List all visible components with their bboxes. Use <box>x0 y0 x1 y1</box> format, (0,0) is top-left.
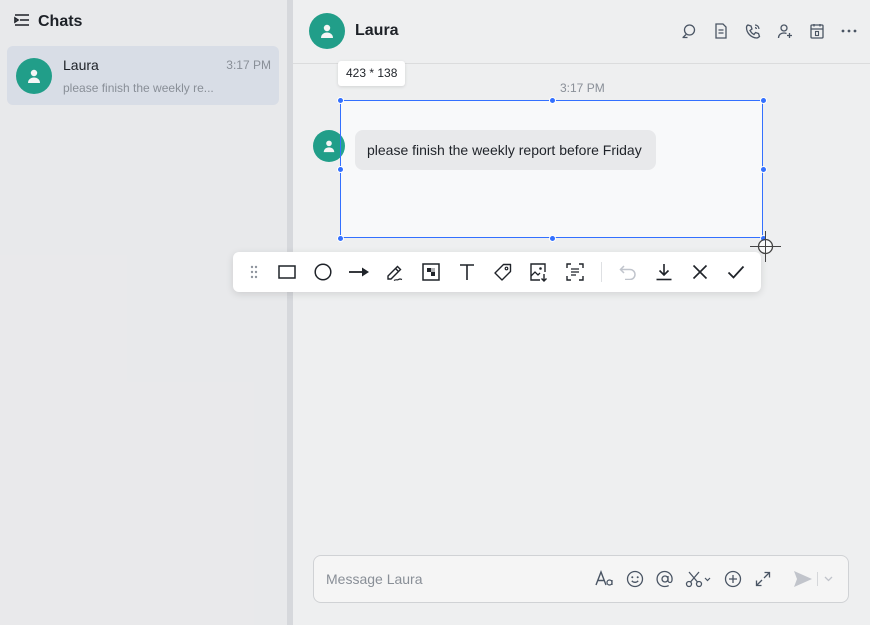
calendar-icon[interactable] <box>808 20 826 42</box>
resize-handle-top[interactable] <box>548 96 556 104</box>
ellipse-icon[interactable] <box>305 254 341 290</box>
person-icon <box>323 140 335 153</box>
expand-icon[interactable] <box>753 569 773 589</box>
close-icon[interactable] <box>682 254 718 290</box>
mosaic-icon[interactable] <box>413 254 449 290</box>
chat-name: Laura <box>63 57 99 73</box>
resize-handle-bottom[interactable] <box>548 234 556 242</box>
call-icon[interactable] <box>744 20 762 42</box>
chat-preview: please finish the weekly re... <box>63 81 214 95</box>
pen-icon[interactable] <box>377 254 413 290</box>
add-member-icon[interactable] <box>776 20 794 42</box>
undo-icon[interactable] <box>610 254 646 290</box>
chat-list-item-laura[interactable]: Laura 3:17 PM please finish the weekly r… <box>7 46 279 105</box>
crosshair-cursor-icon <box>750 231 781 262</box>
text-icon[interactable] <box>449 254 485 290</box>
screenshot-selection[interactable] <box>336 96 767 242</box>
resize-handle-top-left[interactable] <box>336 96 344 104</box>
header-actions <box>680 20 858 42</box>
send-area <box>793 569 834 589</box>
resize-handle-bottom-left[interactable] <box>336 234 344 242</box>
more-icon[interactable] <box>840 20 858 42</box>
drag-handle-icon[interactable] <box>247 254 261 290</box>
chat-main: Laura 3:17 PM please finish the weekly r… <box>293 0 870 625</box>
resize-handle-right[interactable] <box>759 165 767 173</box>
avatar <box>16 58 52 94</box>
resize-handle-top-right[interactable] <box>759 96 767 104</box>
sidebar-title: Chats <box>38 13 83 30</box>
toolbar-separator <box>601 262 602 282</box>
mention-icon[interactable] <box>655 569 675 589</box>
text-format-icon[interactable] <box>595 569 615 589</box>
chat-header: Laura <box>293 0 870 64</box>
chat-title: Laura <box>355 22 399 39</box>
person-icon <box>321 24 333 38</box>
person-icon <box>28 69 40 83</box>
download-icon[interactable] <box>646 254 682 290</box>
screenshot-toolbar <box>233 252 761 292</box>
arrow-icon[interactable] <box>341 254 377 290</box>
chat-sidebar: Chats Laura 3:17 PM please finish the we… <box>0 0 287 625</box>
sidebar-header: Chats <box>14 12 82 32</box>
emoji-icon[interactable] <box>625 569 645 589</box>
docs-icon[interactable] <box>712 20 730 42</box>
chat-time: 3:17 PM <box>226 58 271 72</box>
resize-handle-left[interactable] <box>336 165 344 173</box>
send-icon[interactable] <box>793 569 813 589</box>
add-icon[interactable] <box>723 569 743 589</box>
composer-tools <box>595 569 773 589</box>
message-timestamp: 3:17 PM <box>560 81 605 95</box>
message-composer <box>313 555 849 603</box>
list-collapse-icon[interactable] <box>14 13 30 32</box>
rectangle-icon[interactable] <box>269 254 305 290</box>
screenshot-icon[interactable] <box>685 569 713 589</box>
message-input[interactable] <box>326 556 576 602</box>
send-divider <box>817 572 818 586</box>
tag-icon[interactable] <box>485 254 521 290</box>
chevron-down-icon[interactable] <box>822 569 834 589</box>
search-chat-icon[interactable] <box>680 20 698 42</box>
avatar[interactable] <box>309 13 345 49</box>
selection-size-label: 423 * 138 <box>338 61 406 86</box>
pin-image-icon[interactable] <box>521 254 557 290</box>
ocr-icon[interactable] <box>557 254 593 290</box>
confirm-icon[interactable] <box>718 254 754 290</box>
